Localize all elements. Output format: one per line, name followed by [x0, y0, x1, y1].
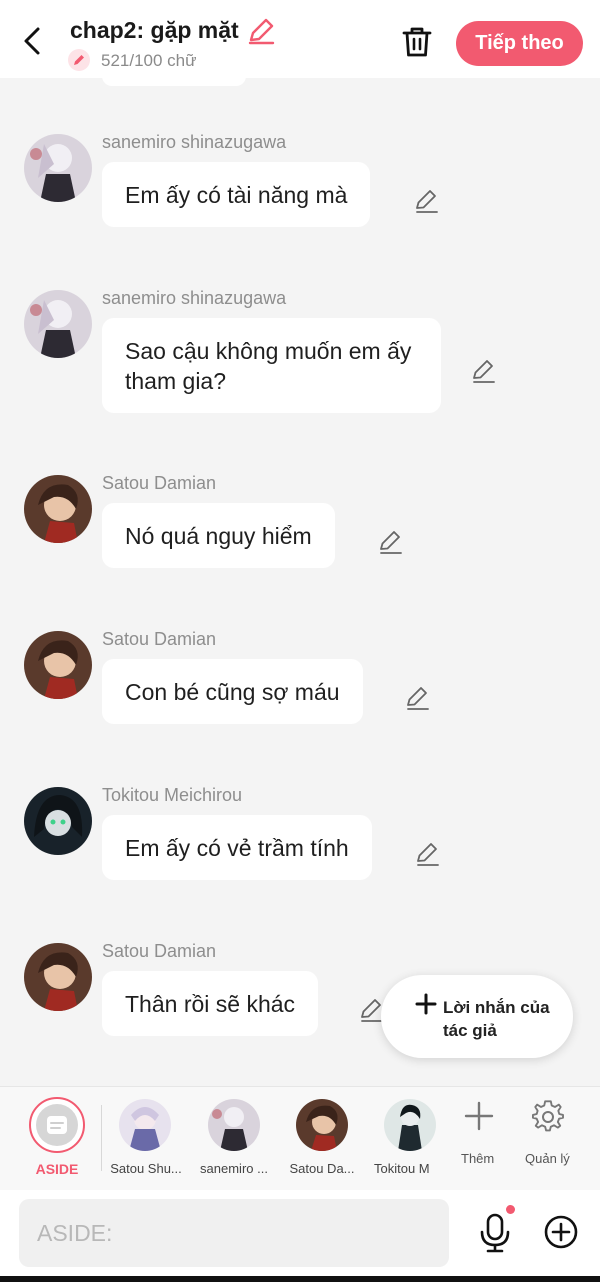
- edit-pencil-icon[interactable]: [378, 529, 404, 555]
- avatar[interactable]: [24, 290, 92, 358]
- add-label: Thêm: [461, 1151, 495, 1166]
- composer: [0, 1190, 600, 1282]
- header: chap2: gặp mặt 521/100 chữ Tiếp theo: [0, 0, 600, 78]
- aside-avatar: [29, 1097, 85, 1153]
- character-bar: ASIDE Satou Shu... sanemiro ... Satou Da…: [0, 1086, 600, 1191]
- edit-pencil-icon[interactable]: [415, 841, 441, 867]
- sender-name: Satou Damian: [102, 941, 217, 961]
- add-circle-icon[interactable]: [543, 1214, 579, 1250]
- pencil-icon[interactable]: [246, 16, 276, 46]
- gear-icon: [532, 1100, 564, 1132]
- character-item[interactable]: Satou Shu...: [106, 1087, 186, 1190]
- plus-icon: [464, 1101, 494, 1131]
- avatar: [384, 1099, 436, 1151]
- manage-label: Quản lý: [525, 1151, 570, 1166]
- avatar: [296, 1099, 348, 1151]
- aside-note-icon: [47, 1116, 67, 1134]
- sender-name: Tokitou Meichirou: [102, 785, 243, 805]
- notification-dot: [506, 1205, 515, 1214]
- edit-pencil-icon[interactable]: [405, 685, 431, 711]
- author-note-button[interactable]: Lời nhắn của tác giả: [381, 975, 573, 1058]
- edit-pencil-icon[interactable]: [471, 358, 497, 384]
- character-name: Satou Da...: [289, 1161, 355, 1176]
- message-bubble[interactable]: Thân rồi sẽ khác: [102, 971, 319, 1036]
- aside-label: ASIDE: [35, 1161, 79, 1177]
- trash-icon[interactable]: [400, 24, 434, 60]
- aside-selector[interactable]: ASIDE: [20, 1087, 94, 1190]
- avatar: [208, 1099, 260, 1151]
- message-bubble[interactable]: Sao cậu không muốn em ấy tham gia?: [102, 318, 441, 413]
- sender-name: sanemiro shinazugawa: [102, 132, 287, 152]
- word-count-text: 521/100 chữ: [101, 51, 197, 70]
- system-bar: [0, 1276, 600, 1282]
- avatar[interactable]: [24, 475, 92, 543]
- character-item[interactable]: Tokitou M: [370, 1087, 436, 1190]
- character-item[interactable]: Satou Da...: [282, 1087, 362, 1190]
- avatar: [119, 1099, 171, 1151]
- author-note-label: Lời nhắn của tác giả: [443, 998, 550, 1040]
- character-name: sanemiro ...: [200, 1161, 268, 1176]
- message-bubble[interactable]: Em ấy có vẻ trầm tính: [102, 815, 372, 880]
- message-bubble[interactable]: Con bé cũng sợ máu: [102, 659, 363, 724]
- message-bubble[interactable]: Nó quá nguy hiểm: [102, 503, 335, 568]
- avatar[interactable]: [24, 631, 92, 699]
- character-item[interactable]: sanemiro ...: [194, 1087, 274, 1190]
- sender-name: Satou Damian: [102, 473, 217, 493]
- next-button[interactable]: Tiếp theo: [456, 21, 583, 66]
- sender-name: Satou Damian: [102, 629, 217, 649]
- character-name: Tokitou M: [374, 1161, 430, 1176]
- add-character-button[interactable]: Thêm: [452, 1087, 506, 1190]
- manage-button[interactable]: Quản lý: [520, 1087, 580, 1190]
- avatar[interactable]: [24, 134, 92, 202]
- avatar[interactable]: [24, 943, 92, 1011]
- divider: [101, 1105, 102, 1171]
- character-name: Satou Shu...: [110, 1161, 182, 1176]
- edit-pencil-icon[interactable]: [414, 188, 440, 214]
- message-bubble[interactable]: Em ấy có tài năng mà: [102, 162, 371, 227]
- microphone-icon[interactable]: [478, 1212, 512, 1254]
- message-input[interactable]: [19, 1199, 449, 1267]
- pencil-badge-icon: [68, 49, 90, 71]
- plus-icon: [415, 993, 437, 1015]
- chapter-title: chap2: gặp mặt: [70, 17, 239, 43]
- avatar[interactable]: [24, 787, 92, 855]
- sender-name: sanemiro shinazugawa: [102, 288, 287, 308]
- back-arrow-icon[interactable]: [18, 24, 50, 58]
